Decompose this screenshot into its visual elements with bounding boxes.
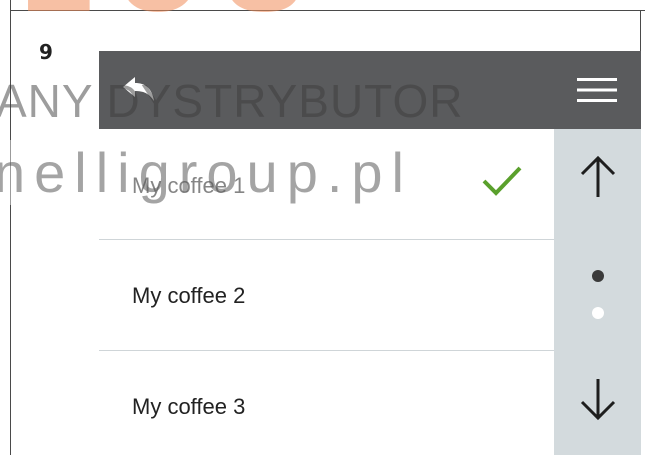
watermark-logo: LUS <box>20 0 440 30</box>
frame-border-left <box>10 0 11 455</box>
scroll-up-button[interactable] <box>554 155 641 215</box>
watermark-line-1: ANY DYSTRYBUTOR <box>0 75 464 127</box>
page-indicator-dot <box>592 307 604 319</box>
scrollbar <box>554 129 641 455</box>
step-number: 9 <box>39 40 53 64</box>
menu-button[interactable] <box>553 51 641 129</box>
page-indicator-dot-active <box>592 270 604 282</box>
hamburger-menu-icon <box>577 78 617 102</box>
scroll-down-button[interactable] <box>554 377 641 437</box>
arrow-up-icon <box>580 155 615 197</box>
watermark-line-2: nelligroup.pl <box>0 140 413 205</box>
checkmark-icon <box>482 166 522 196</box>
list-item-label: My coffee 2 <box>132 283 246 308</box>
list-item-my-coffee-2[interactable]: My coffee 2 <box>99 240 554 350</box>
arrow-down-icon <box>580 379 615 421</box>
list-item-label: My coffee 3 <box>132 394 246 419</box>
list-item-my-coffee-3[interactable]: My coffee 3 <box>99 351 554 461</box>
watermark-logo-text: LUS <box>20 0 326 37</box>
